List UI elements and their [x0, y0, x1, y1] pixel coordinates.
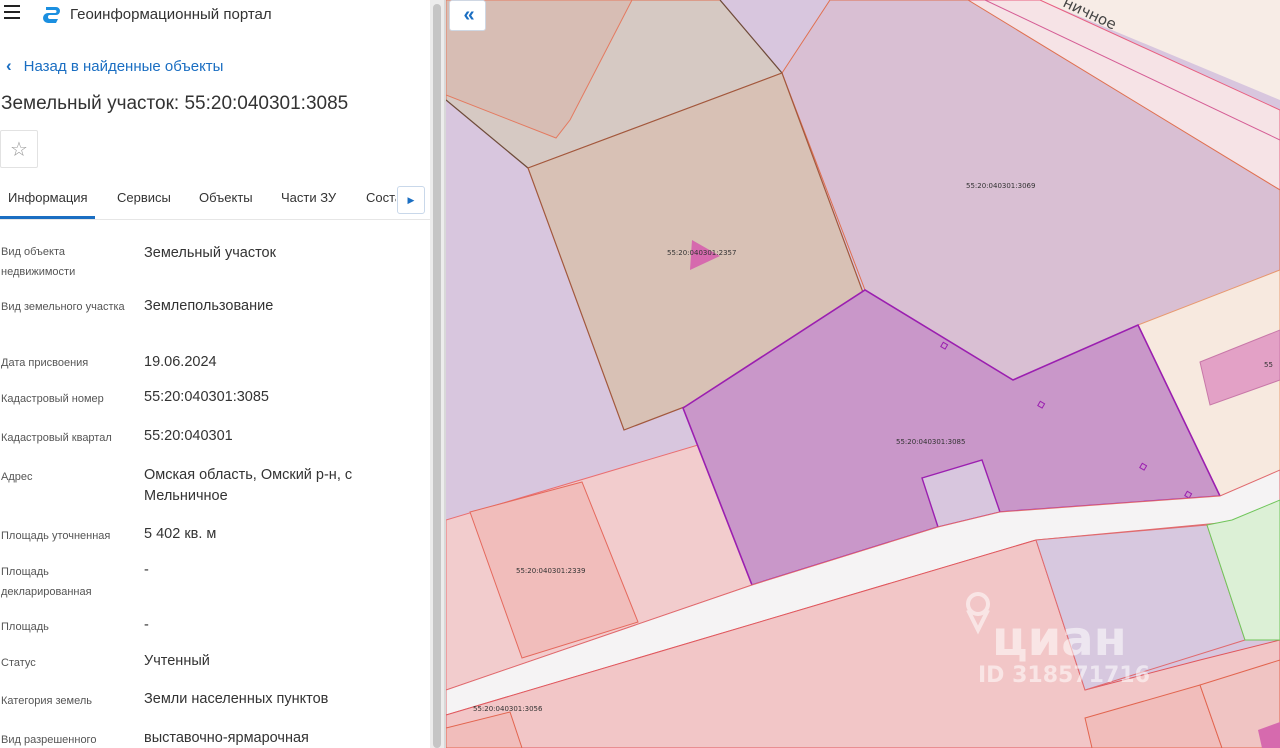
attribute-label: Кадастровый номер [1, 393, 104, 405]
attribute-value: - [144, 562, 149, 578]
portal-title: Геоинформационный портал [70, 6, 272, 23]
hamburger-icon[interactable] [4, 5, 22, 21]
parcel-label: 55:20:040301:3069 [966, 182, 1035, 190]
attribute-value: Земли населенных пунктов [144, 691, 329, 707]
attribute-label: Адрес [1, 471, 33, 483]
attribute-value: Учтенный [144, 653, 210, 669]
double-chevron-left-icon: « [463, 4, 474, 26]
parcel-label: 55:20:040301:3056 [473, 705, 543, 713]
watermark-brand: циан [992, 611, 1127, 667]
attribute-value: - [144, 617, 149, 633]
chevron-left-icon: ‹ [6, 56, 12, 75]
attribute-value: Омская область, Омский р-н, с Мельничное [144, 467, 353, 504]
attribute-label: Вид земельного участка [1, 301, 125, 313]
attribute-label: Площадь декларированная [1, 566, 92, 598]
parcel-label: 55:20:040301:3085 [896, 438, 965, 446]
attribute-label: Площадь [1, 621, 49, 633]
parcel-label: 55 [1264, 361, 1273, 369]
tab-bar: Информация Сервисы Объекты Части ЗУ Сост… [0, 180, 430, 220]
tab-scroll-right-button[interactable]: ▶ [397, 186, 425, 214]
attribute-value: 55:20:040301:3085 [144, 389, 269, 405]
attribute-value: Землепользование [144, 298, 274, 314]
panel-scrollbar-thumb[interactable] [433, 4, 441, 748]
back-link-label: Назад в найденные объекты [23, 57, 224, 75]
tab-objects[interactable]: Объекты [199, 190, 253, 205]
attribute-label: Кадастровый квартал [1, 432, 112, 444]
attribute-value: 19.06.2024 [144, 354, 217, 370]
attribute-value: выставочно-ярмарочная [144, 730, 309, 746]
active-tab-indicator [0, 216, 95, 219]
tab-parts[interactable]: Части ЗУ [281, 190, 336, 205]
attribute-label: Статус [1, 657, 36, 669]
collapse-panel-button[interactable]: « [449, 0, 486, 31]
attribute-value: 55:20:040301 [144, 428, 233, 444]
parcel-label: 55:20:040301:2339 [516, 567, 585, 575]
attribute-label: Вид объекта недвижимости [1, 246, 76, 278]
cadastral-map[interactable]: ничное 55:20:040301:3069 55:20:040301:23… [446, 0, 1280, 748]
attribute-value: 5 402 кв. м [144, 526, 217, 542]
watermark-id: ID 318571716 [978, 663, 1150, 688]
attribute-label: Дата присвоения [1, 357, 89, 369]
star-icon: ☆ [10, 138, 28, 161]
info-panel: Геоинформационный портал ‹ Назад в найде… [0, 0, 430, 748]
attribute-label: Вид разрешенного [1, 734, 97, 746]
tab-services[interactable]: Сервисы [117, 190, 171, 205]
map-canvas[interactable]: ничное 55:20:040301:3069 55:20:040301:23… [446, 0, 1280, 748]
top-bar: Геоинформационный портал [0, 0, 430, 30]
portal-logo-icon [43, 7, 60, 23]
favorite-button[interactable]: ☆ [0, 130, 38, 168]
attribute-value: Земельный участок [144, 245, 276, 261]
tab-information[interactable]: Информация [8, 190, 88, 205]
attribute-label: Категория земель [1, 695, 92, 707]
page-title: Земельный участок: 55:20:040301:3085 [1, 93, 349, 114]
caret-right-icon: ▶ [407, 194, 415, 205]
tab-composition[interactable]: Соста [366, 190, 396, 205]
back-to-results-link[interactable]: ‹ Назад в найденные объекты [6, 56, 223, 76]
parcel-label: 55:20:040301:2357 [667, 249, 736, 257]
attribute-label: Площадь уточненная [1, 530, 111, 542]
